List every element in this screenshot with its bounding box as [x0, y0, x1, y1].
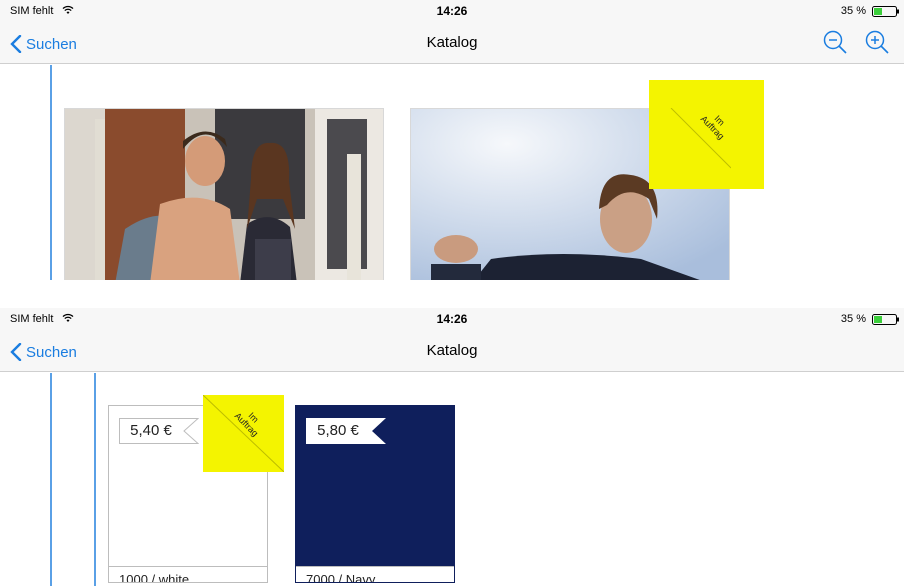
- catalog-photo-couple[interactable]: [64, 108, 384, 280]
- zoom-in-icon[interactable]: [864, 29, 890, 55]
- catalog-content: Im Auftrag: [0, 65, 904, 280]
- battery-percent: 35 %: [840, 313, 866, 325]
- battery-icon: [872, 6, 899, 17]
- clock-label: 14:26: [436, 4, 468, 18]
- divider: [109, 566, 267, 567]
- battery-icon: [872, 314, 899, 325]
- navigation-bar: Suchen Katalog: [0, 330, 904, 372]
- couple-photo-image: [65, 109, 383, 280]
- page-margin-line: [50, 373, 52, 586]
- price-label: 5,80 €: [317, 422, 359, 439]
- status-bar: SIM fehlt 14:26 35 %: [0, 308, 904, 330]
- divider: [296, 566, 454, 567]
- price-label: 5,40 €: [130, 422, 172, 439]
- navigation-bar: Suchen Katalog: [0, 22, 904, 64]
- zoom-out-icon[interactable]: [822, 29, 848, 55]
- status-bar: SIM fehlt 14:26 35 %: [0, 0, 904, 22]
- page-margin-line: [50, 65, 52, 280]
- in-order-marker: Im Auftrag: [203, 395, 284, 472]
- variant-label: 7000 / Navy: [306, 572, 376, 583]
- battery-percent: 35 %: [840, 5, 866, 17]
- catalog-content: 5,40 € 1000 / white 5,80 € 7000 / Navy I…: [0, 373, 904, 586]
- product-card-navy[interactable]: 5,80 € 7000 / Navy: [295, 405, 455, 583]
- page-title: Katalog: [426, 342, 478, 359]
- clock-label: 14:26: [436, 312, 468, 326]
- catalog-screen-top: SIM fehlt 14:26 35 % Suchen Katalog Im A…: [0, 0, 904, 280]
- page-title: Katalog: [426, 34, 478, 51]
- column-guide-line: [94, 373, 96, 586]
- variant-label: 1000 / white: [119, 572, 190, 583]
- catalog-screen-detail: SIM fehlt 14:26 35 % Suchen Katalog 5,40…: [0, 308, 904, 586]
- in-order-marker: Im Auftrag: [649, 80, 764, 189]
